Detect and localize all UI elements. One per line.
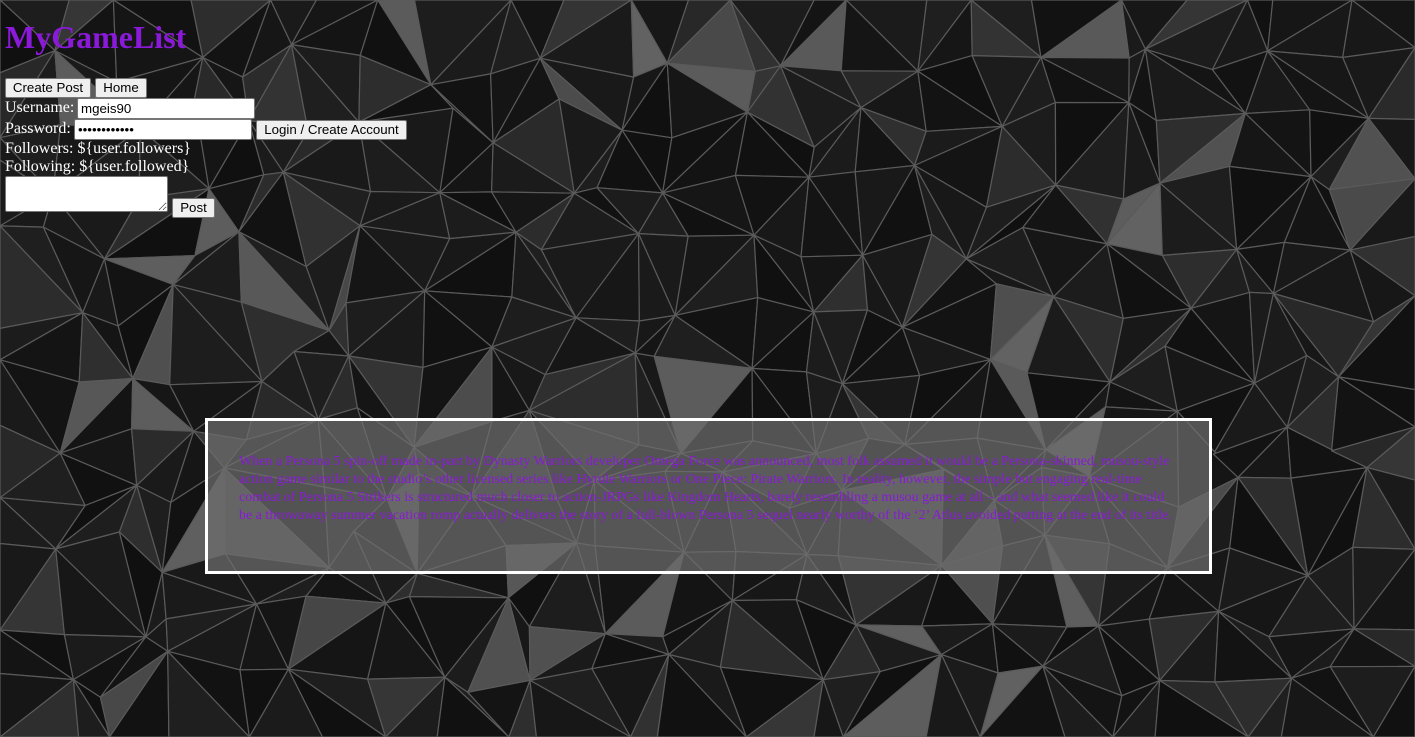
login-create-account-button[interactable]: Login / Create Account [256, 120, 407, 140]
username-label: Username: [5, 99, 75, 116]
page-content: MyGameList Create Post Home Username: Pa… [0, 0, 1415, 737]
password-input[interactable] [74, 119, 252, 140]
post-button[interactable]: Post [172, 198, 215, 218]
followers-text: Followers: ${user.followers} [5, 140, 192, 157]
home-button[interactable]: Home [95, 78, 147, 98]
username-input[interactable] [77, 98, 255, 119]
site-title: MyGameList [5, 19, 187, 55]
review-card: When a Persona 5 spin-off made in-part b… [205, 418, 1212, 574]
create-post-button[interactable]: Create Post [5, 78, 91, 98]
post-textarea[interactable] [5, 176, 168, 212]
following-text: Following: ${user.followed} [5, 158, 190, 175]
password-label: Password: [5, 120, 71, 137]
review-text: When a Persona 5 spin-off made in-part b… [239, 454, 1172, 523]
